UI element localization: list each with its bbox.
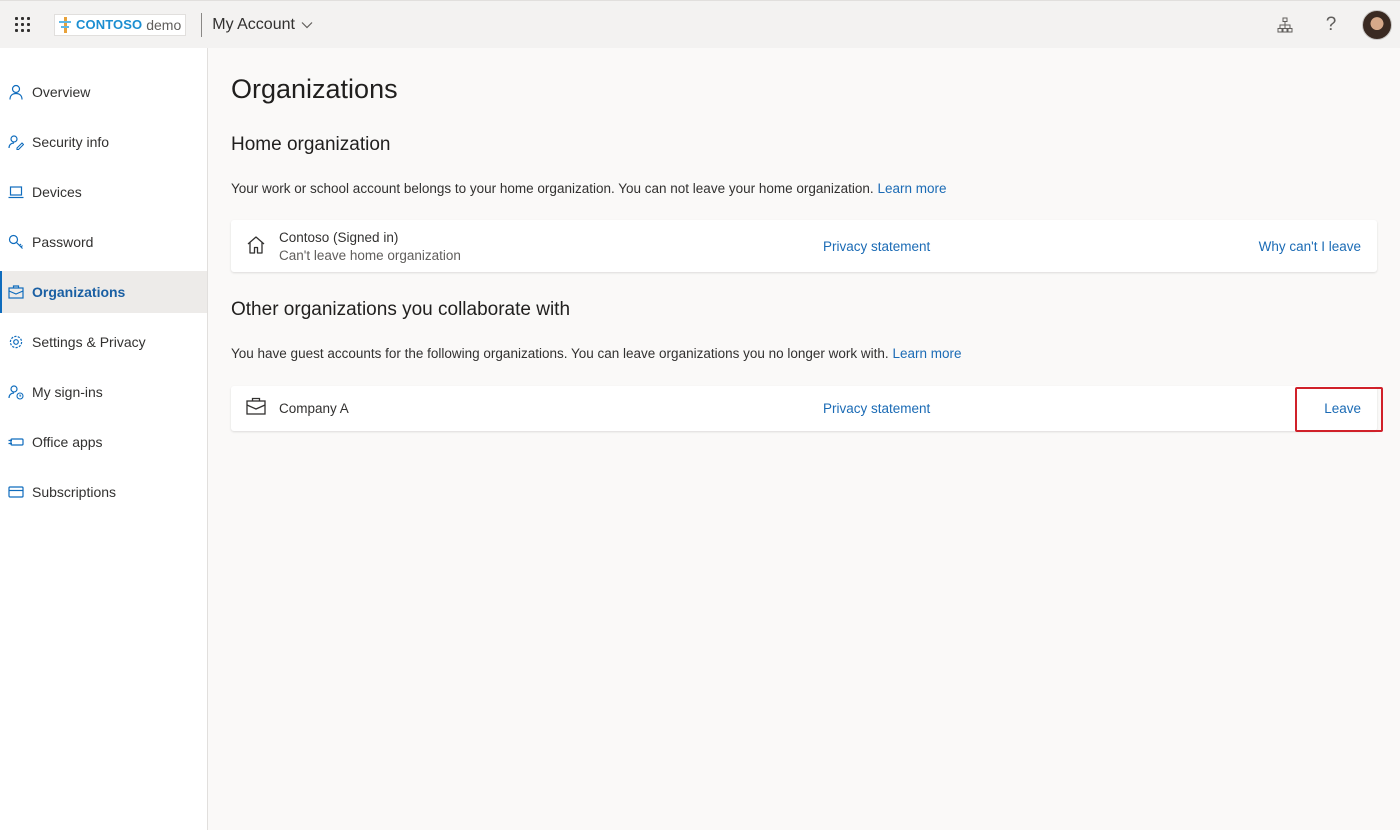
sidebar-item-label: Office apps [32, 434, 103, 450]
sidebar-item-label: Overview [32, 84, 91, 100]
home-org-name: Contoso (Signed in) [279, 230, 399, 245]
contoso-logo[interactable]: CONTOSO demo [54, 13, 187, 36]
sidebar-item-my-sign-ins[interactable]: My sign-ins [0, 371, 207, 413]
other-orgs-heading: Other organizations you collaborate with [231, 299, 571, 320]
sidebar-item-settings-privacy[interactable]: Settings & Privacy [0, 321, 207, 363]
card-icon [8, 486, 24, 498]
company-a-card: Company A Privacy statement Leave [231, 386, 1377, 431]
home-org-description: Your work or school account belongs to y… [231, 181, 946, 196]
sidebar-item-label: Devices [32, 184, 82, 200]
sidebar-item-organizations[interactable]: Organizations [0, 271, 207, 313]
key-icon [8, 234, 23, 249]
laptop-icon [8, 186, 24, 199]
header-divider [201, 12, 203, 37]
help-glyph: ? [1325, 13, 1337, 35]
sidebar-item-label: Subscriptions [32, 484, 117, 500]
sign-ins-icon [8, 385, 24, 400]
sidebar-item-subscriptions[interactable]: Subscriptions [0, 471, 207, 513]
office-apps-icon [8, 438, 24, 446]
logo-demo-text: demo [146, 16, 182, 33]
why-cant-i-leave-link[interactable]: Why can't I leave [1259, 239, 1361, 254]
sidebar-item-office-apps[interactable]: Office apps [0, 421, 207, 463]
app-title-dropdown[interactable]: My Account [212, 16, 313, 34]
sidebar-item-label: Organizations [32, 284, 126, 300]
sidebar-item-overview[interactable]: Overview [0, 71, 207, 113]
org-chart-icon[interactable] [1262, 1, 1308, 48]
home-org-subtext: Can't leave home organization [279, 248, 461, 263]
sidebar-item-label: My sign-ins [32, 384, 103, 400]
sidebar-item-label: Security info [32, 134, 110, 150]
waffle-icon[interactable] [0, 1, 44, 48]
security-info-icon [8, 135, 24, 150]
home-org-heading: Home organization [231, 134, 391, 155]
home-learn-more-link[interactable]: Learn more [877, 181, 946, 196]
sidebar-item-label: Password [32, 234, 94, 250]
home-privacy-statement-link[interactable]: Privacy statement [823, 239, 930, 254]
sidebar: Overview Security info Devices Password … [0, 48, 208, 830]
briefcase-icon [246, 397, 266, 415]
home-org-description-text: Your work or school account belongs to y… [231, 181, 874, 196]
home-icon [247, 236, 265, 254]
avatar[interactable] [1362, 9, 1392, 40]
contoso-logo-icon [59, 16, 71, 33]
other-orgs-description-text: You have guest accounts for the followin… [231, 346, 889, 361]
sidebar-item-password[interactable]: Password [0, 221, 207, 263]
top-bar: CONTOSO demo My Account ? [0, 0, 1400, 48]
sidebar-item-security-info[interactable]: Security info [0, 121, 207, 163]
home-org-card: Contoso (Signed in) Can't leave home org… [231, 220, 1377, 272]
app-title-label: My Account [212, 15, 295, 33]
other-learn-more-link[interactable]: Learn more [892, 346, 961, 361]
other-orgs-description: You have guest accounts for the followin… [231, 346, 962, 361]
help-icon[interactable]: ? [1308, 1, 1354, 48]
company-a-name: Company A [279, 401, 349, 416]
sidebar-item-label: Settings & Privacy [32, 334, 146, 350]
leave-highlight-box [1295, 387, 1383, 432]
sidebar-item-devices[interactable]: Devices [0, 171, 207, 213]
company-a-privacy-statement-link[interactable]: Privacy statement [823, 401, 930, 416]
gear-icon [9, 335, 23, 349]
chevron-down-icon [301, 21, 313, 28]
briefcase-icon [8, 285, 24, 299]
page-title: Organizations [231, 74, 398, 104]
logo-brand-text: CONTOSO [76, 17, 143, 32]
person-icon [9, 84, 23, 100]
